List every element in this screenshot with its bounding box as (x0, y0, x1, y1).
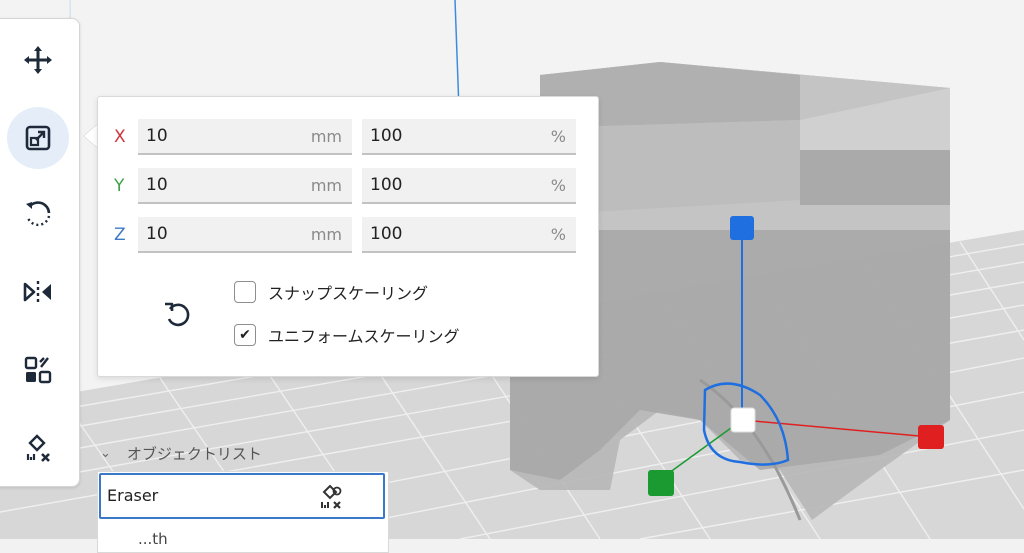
z-mm-input[interactable]: 10 mm (138, 217, 352, 253)
snap-scaling-option[interactable]: スナップスケーリング (234, 278, 428, 306)
z-percent-unit: % (550, 225, 566, 244)
scale-row-x: X 10 mm 100 % (98, 117, 598, 157)
list-item[interactable]: ...th (138, 530, 168, 548)
uniform-scaling-label: ユニフォームスケーリング (268, 327, 460, 346)
x-mm-unit: mm (310, 127, 342, 146)
axis-label-z: Z (114, 225, 126, 245)
z-handle (730, 216, 754, 240)
list-item-eraser[interactable]: Eraser (99, 473, 385, 519)
object-list-title: オブジェクトリスト (126, 444, 262, 463)
y-mm-unit: mm (310, 176, 342, 195)
scale-icon (25, 125, 51, 151)
mirror-tool-button[interactable] (7, 261, 69, 323)
move-icon (24, 46, 52, 74)
object-list: Eraser ...th (97, 471, 389, 553)
y-mm-value: 10 (146, 175, 168, 195)
z-mm-unit: mm (310, 225, 342, 244)
y-percent-unit: % (550, 176, 566, 195)
chevron-down-icon[interactable]: ⌄ (100, 446, 111, 461)
y-percent-value: 100 (370, 175, 403, 195)
support-blocker-button[interactable] (7, 417, 69, 479)
per-model-settings-icon (24, 356, 52, 384)
object-list-header[interactable]: ⌄ オブジェクトリスト (100, 440, 262, 466)
y-percent-input[interactable]: 100 % (362, 168, 576, 204)
axis-label-y: Y (114, 176, 125, 196)
scale-row-y: Y 10 mm 100 % (98, 166, 598, 206)
x-percent-value: 100 (370, 126, 403, 146)
move-tool-button[interactable] (7, 29, 69, 91)
reset-scale-button[interactable] (156, 293, 198, 335)
scale-panel: X 10 mm 100 % Y 10 mm 100 % Z 10 mm 100 … (97, 96, 599, 377)
z-mm-value: 10 (146, 224, 168, 244)
scale-tool-button[interactable] (7, 107, 69, 169)
rotate-icon (26, 201, 51, 227)
mirror-icon (23, 281, 51, 303)
z-percent-input[interactable]: 100 % (362, 217, 576, 253)
snap-scaling-label: スナップスケーリング (268, 284, 429, 303)
scale-row-z: Z 10 mm 100 % (98, 215, 598, 255)
y-handle (648, 470, 674, 496)
rotate-tool-button[interactable] (7, 182, 69, 244)
panel-pointer (84, 124, 98, 148)
y-mm-input[interactable]: 10 mm (138, 168, 352, 204)
x-handle (918, 425, 944, 449)
center-handle (730, 407, 756, 433)
x-percent-unit: % (550, 127, 566, 146)
snap-scaling-checkbox[interactable] (234, 281, 256, 303)
per-model-settings-button[interactable] (7, 339, 69, 401)
uniform-scaling-checkbox[interactable]: ✔ (234, 324, 256, 346)
tool-sidebar (0, 18, 80, 487)
x-mm-input[interactable]: 10 mm (138, 119, 352, 155)
axis-label-x: X (114, 127, 126, 147)
x-mm-value: 10 (146, 126, 168, 146)
checkmark-icon: ✔ (239, 327, 251, 343)
reset-icon (165, 302, 190, 327)
support-blocker-icon (26, 434, 50, 462)
x-percent-input[interactable]: 100 % (362, 119, 576, 155)
uniform-scaling-option[interactable]: ✔ ユニフォームスケーリング (234, 321, 460, 349)
z-percent-value: 100 (370, 224, 403, 244)
object-name: Eraser (107, 486, 159, 505)
support-blocker-icon[interactable] (315, 481, 347, 513)
